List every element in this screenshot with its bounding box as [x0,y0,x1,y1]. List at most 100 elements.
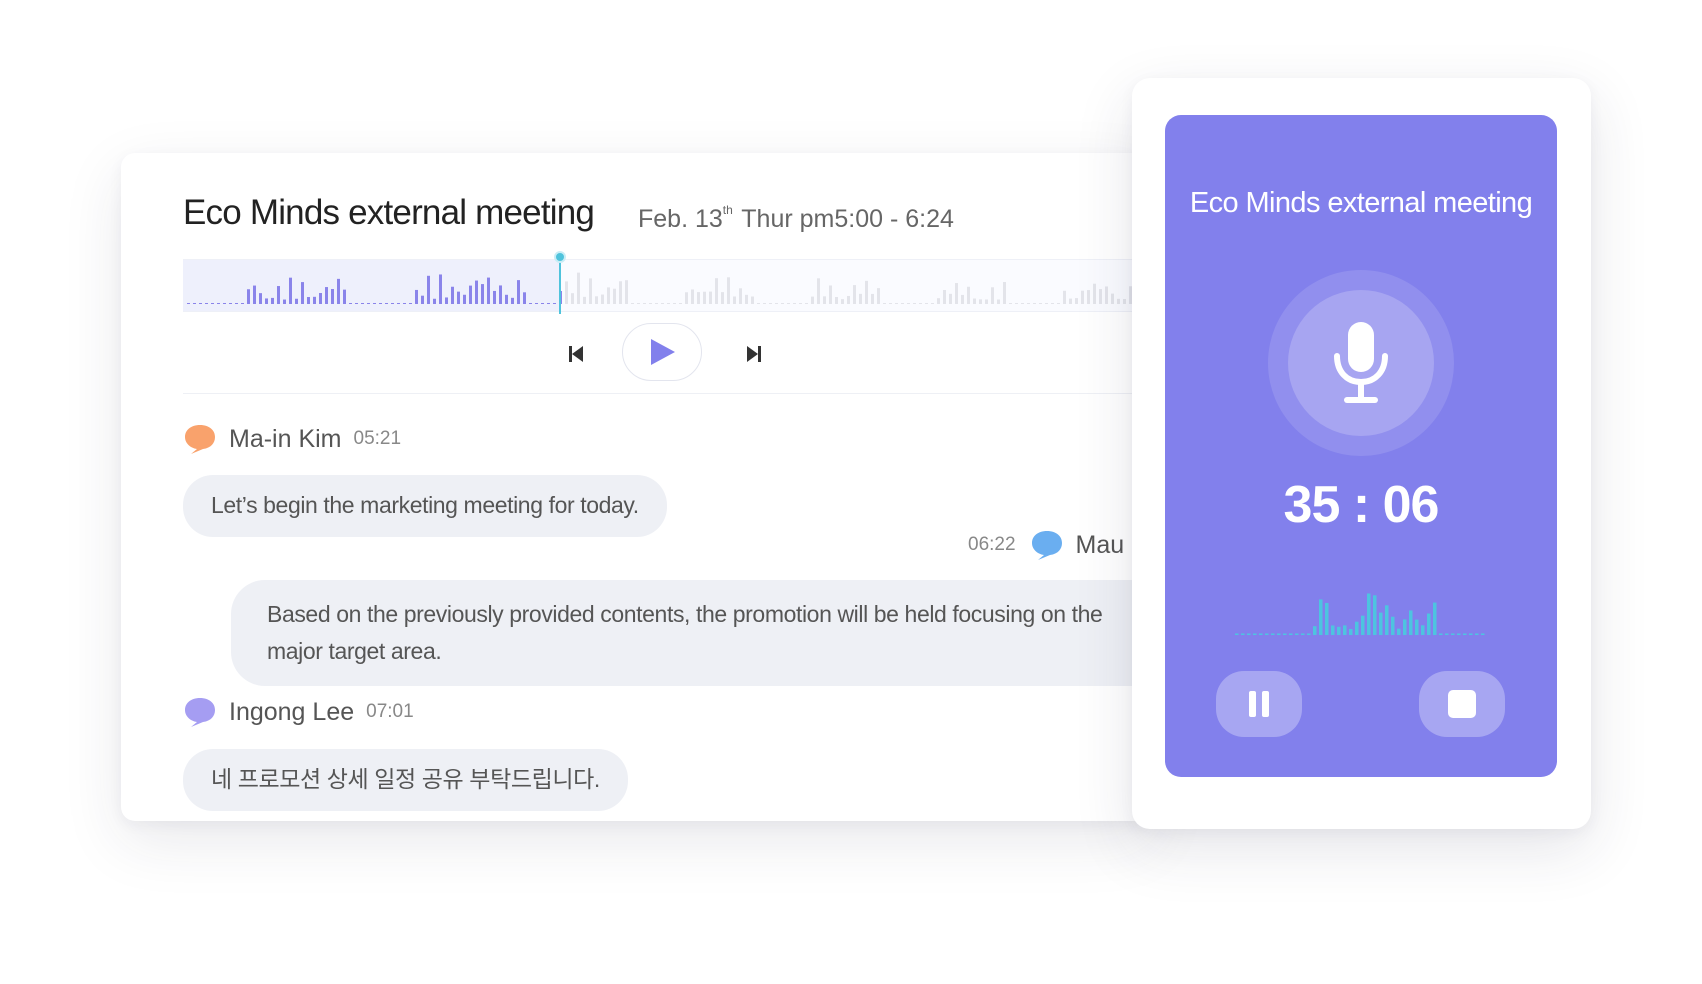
live-waveform-bar [1457,633,1461,635]
waveform-bar [805,303,808,304]
waveform-bar [973,298,976,304]
stop-button[interactable] [1419,671,1505,737]
waveform-bar [757,303,760,304]
waveform-bar [451,286,454,304]
waveform-bar [553,303,556,304]
recorder-title: Eco Minds external meeting [1189,187,1533,219]
waveform-bar [895,303,898,304]
message-bubble: Let’s begin the marketing meeting for to… [183,475,667,537]
waveform-bar [619,281,622,304]
waveform-bar [385,303,388,304]
waveform-bar [217,303,220,304]
live-waveform-bar [1319,599,1323,635]
waveform-bar [883,303,886,304]
waveform-bar [403,303,406,304]
waveform-bar [289,277,292,304]
playhead[interactable] [554,251,566,314]
waveform-bar [631,303,634,304]
live-waveform-bar [1331,625,1335,635]
waveform-bar [685,292,688,304]
waveform-bar [607,287,610,304]
waveform-bar [409,303,412,304]
live-waveform-bar [1313,626,1317,635]
waveform-bar [1081,290,1084,304]
live-waveform-bar [1283,633,1287,635]
live-waveform-bar [1247,633,1251,635]
waveform-bar [481,284,484,304]
waveform-bar [259,293,262,304]
waveform-bar [907,303,910,304]
waveform-bar [1057,303,1060,304]
waveform-bar [463,294,466,304]
waveform-bar [943,290,946,304]
waveform-bar [1087,290,1090,304]
live-waveform-bar [1421,625,1425,635]
waveform-bar [775,303,778,304]
live-waveform-bar [1349,628,1353,635]
waveform-bar [703,291,706,304]
waveform-bar [541,303,544,304]
live-waveform-bar [1235,633,1239,635]
waveform-bar [697,292,700,304]
speaker-name: Ingong Lee [229,697,355,726]
record-button[interactable] [1288,290,1434,436]
live-waveform-bar [1301,633,1305,635]
live-waveform-bar [1307,633,1311,635]
live-waveform-bar [1361,615,1365,635]
divider [183,393,1151,394]
waveform-bar [547,303,550,304]
skip-forward-button[interactable] [739,339,769,369]
waveform-bar [661,303,664,304]
speaker-header: Ma-in Kim 05:21 [183,423,401,455]
waveform-bar [871,293,874,304]
pause-button[interactable] [1216,671,1302,737]
live-waveform-bar [1439,633,1443,635]
waveform-bar [235,303,238,304]
waveform-bar [565,281,568,304]
recorder-card: Eco Minds external meeting 35 : 06 [1132,78,1591,829]
waveform-bar [847,295,850,304]
waveform-bar [523,292,526,304]
audio-waveform-scrubber[interactable] [183,251,1151,314]
waveform-bar [721,292,724,304]
live-waveform-bar [1337,626,1341,635]
waveform-bar [355,303,358,304]
skip-back-button[interactable] [561,339,591,369]
waveform-bar [445,297,448,304]
waveform-bar [247,289,250,304]
waveform-bar [949,293,952,304]
waveform-bar [529,303,532,304]
live-waveform-bar [1367,593,1371,635]
waveform-bar [841,299,844,304]
waveform-bar [1105,286,1108,304]
waveform-bar [1093,283,1096,304]
waveform-bar [571,293,574,304]
waveform-bars [187,272,1150,304]
waveform-bar [889,303,892,304]
date-day: Feb. 13 [638,205,723,233]
live-waveform-bar [1415,619,1419,635]
live-waveform-bar [1241,633,1245,635]
waveform-bar [931,303,934,304]
waveform-bar [625,280,628,304]
waveform-bar [769,303,772,304]
skip-forward-icon [747,346,761,362]
waveform-bar [709,291,712,304]
waveform-bar [415,289,418,304]
waveform-bar [319,293,322,304]
live-waveform-bar [1295,633,1299,635]
live-waveform-bar [1277,633,1281,635]
waveform-bar [1045,303,1048,304]
playhead-handle[interactable] [554,251,566,263]
live-waveform-bar [1343,625,1347,635]
microphone-icon [1334,322,1388,403]
play-button[interactable] [622,323,702,381]
live-waveform-bar [1385,605,1389,635]
speech-bubble-icon [1031,531,1062,560]
speech-bubble-icon [185,425,215,454]
waveform-bar [991,287,994,304]
waveform-bar [1063,290,1066,304]
message-timestamp: 05:21 [353,428,402,449]
waveform-bar [715,278,718,304]
recording-timer: 35 : 06 [1283,476,1440,534]
